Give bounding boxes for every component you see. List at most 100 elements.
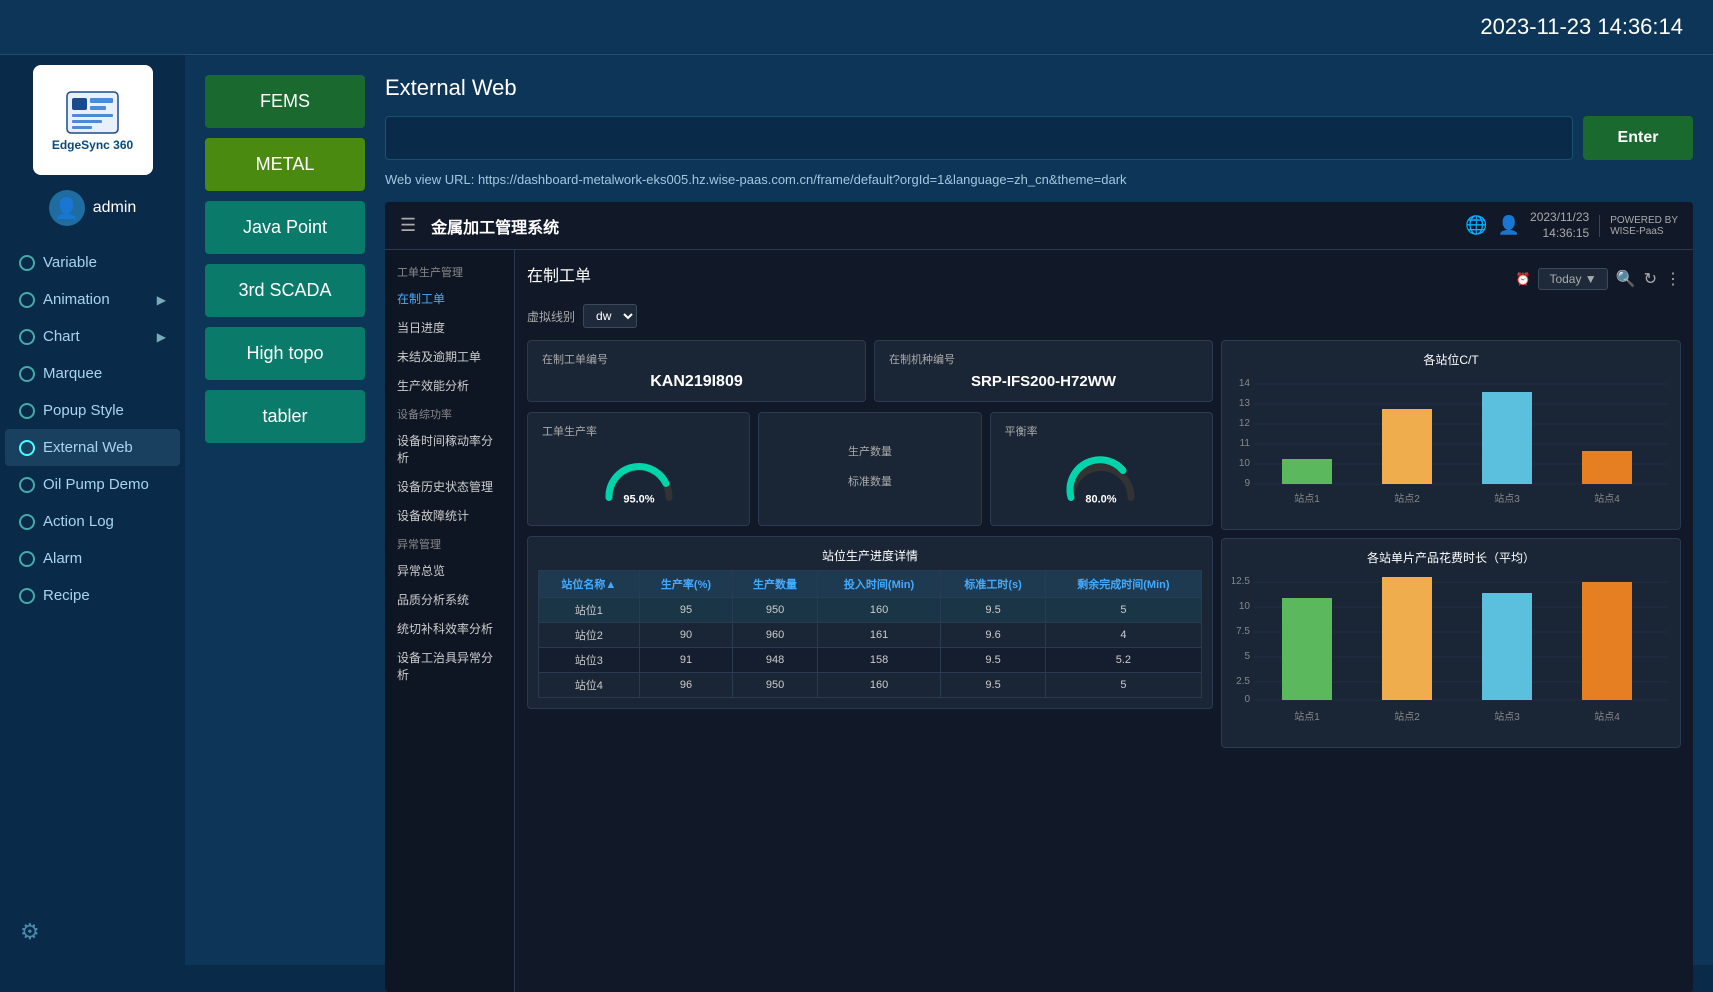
svg-text:站点4: 站点4 [1594,492,1620,505]
kpi-value-1: KAN219I809 [542,373,851,391]
sidebar-item-alarm[interactable]: Alarm [5,540,180,577]
sidebar-item-label-oil-pump-demo: Oil Pump Demo [43,476,166,493]
two-col-layout: 在制工单编号 KAN219I809 在制机种编号 SRP-IFS200-H72W… [527,340,1681,748]
page-title: External Web [385,75,1693,101]
sidebar-buttons: FEMS METAL Java Point 3rd SCADA High top… [205,75,365,443]
dash-main-area: 在制工单 ⏰ Today ▼ 🔍 ↻ ⋮ 虚拟线别 dw [515,250,1693,992]
svg-text:站点3: 站点3 [1494,710,1520,723]
dash-sidebar-item-yichang2[interactable]: 品质分析系统 [385,585,514,614]
search-icon[interactable]: 🔍 [1616,269,1636,289]
filter-label: 虚拟线别 [527,308,575,325]
filter-select[interactable]: dw [583,304,637,328]
topbar: 2023-11-23 14:36:14 [0,0,1713,55]
chart2-title: 各站单片产品花费时长（平均） [1232,549,1670,566]
sidebar-item-variable[interactable]: Variable [5,244,180,281]
settings-icon[interactable]: ⚙ [20,919,40,945]
kpi-card-balance-rate: 平衡率 80.0% [990,412,1213,526]
sidebar-item-oil-pump-demo[interactable]: Oil Pump Demo [5,466,180,503]
nav-dot-alarm [19,551,35,567]
sidebar-item-popup-style[interactable]: Popup Style [5,392,180,429]
svg-text:95.0%: 95.0% [623,494,654,506]
chart1-svg: 14 13 12 11 10 9 [1232,374,1672,514]
nav-dot-oil-pump-demo [19,477,35,493]
dash-sidebar-section-2: 设备综功率 [385,400,514,426]
table-cell: 5 [1045,598,1201,623]
dash-sidebar-section-1: 工单生产管理 [385,258,514,284]
url-input[interactable] [385,116,1573,160]
fems-button[interactable]: FEMS [205,75,365,128]
sidebar-item-action-log[interactable]: Action Log [5,503,180,540]
bar-chart2-2 [1382,577,1432,700]
enter-button[interactable]: Enter [1583,116,1693,160]
sidebar-item-chart[interactable]: Chart▶ [5,318,180,355]
sidebar-item-label-popup-style: Popup Style [43,402,166,419]
dash-user-icon: 👤 [1498,215,1520,236]
nav-dot-chart [19,329,35,345]
3rd-scada-button[interactable]: 3rd SCADA [205,264,365,317]
java-point-button[interactable]: Java Point [205,201,365,254]
sidebar-item-animation[interactable]: Animation▶ [5,281,180,318]
more-icon[interactable]: ⋮ [1665,269,1681,289]
high-topo-button[interactable]: High topo [205,327,365,380]
main-content: FEMS METAL Java Point 3rd SCADA High top… [185,55,1713,965]
dash-sidebar-item-weijie[interactable]: 未结及逾期工单 [385,342,514,371]
kpi-label-1: 在制工单编号 [542,351,851,367]
dash-sidebar-item-yichang1[interactable]: 异常总览 [385,556,514,585]
metal-button[interactable]: METAL [205,138,365,191]
svg-text:11: 11 [1240,438,1251,449]
dash-sidebar-item-shebei3[interactable]: 设备故障统计 [385,501,514,530]
dash-sidebar-item-shengchan[interactable]: 生产效能分析 [385,371,514,400]
tabler-button[interactable]: tabler [205,390,365,443]
table-cell: 9.6 [941,623,1046,648]
chart2-svg: 12.5 10 7.5 5 2.5 0 [1232,572,1672,732]
dash-sidebar-item-yichang3[interactable]: 统切补科效率分析 [385,614,514,643]
table-cell: 站位3 [539,648,640,673]
svg-text:10: 10 [1239,601,1251,612]
col-header-remain: 剩余完成时间(Min) [1045,571,1201,598]
table-cell: 9.5 [941,648,1046,673]
col-header-rate: 生产率(%) [639,571,733,598]
user-area: 👤 admin [49,190,137,226]
kpi-label-3: 工单生产率 [542,423,735,439]
kpi-card-production-rate: 工单生产率 95.0% [527,412,750,526]
table-cell: 90 [639,623,733,648]
kpi-card-machine-num: 在制机种编号 SRP-IFS200-H72WW [874,340,1213,402]
dash-sidebar-item-dangri[interactable]: 当日进度 [385,313,514,342]
sidebar-item-label-alarm: Alarm [43,550,166,567]
kpi-row-middle: 工单生产率 95.0% [527,412,1213,526]
sidebar-item-external-web[interactable]: External Web [5,429,180,466]
dash-sidebar-item-shebei1[interactable]: 设备时间稼动率分析 [385,426,514,472]
col-header-station: 站位名称▲ [539,571,640,598]
bar-chart1-1 [1282,459,1332,484]
table-cell: 160 [817,673,941,698]
bar-chart1-4 [1582,451,1632,484]
sidebar-item-label-chart: Chart [43,328,149,345]
dash-sidebar-item-yichang4[interactable]: 设备工治具异常分析 [385,643,514,689]
svg-text:12: 12 [1239,418,1251,429]
sidebar-item-label-variable: Variable [43,254,166,271]
refresh-icon[interactable]: ↻ [1644,269,1657,289]
today-button[interactable]: Today ▼ [1538,268,1607,290]
nav-dot-action-log [19,514,35,530]
svg-text:2.5: 2.5 [1236,676,1250,687]
dash-sidebar-item-shebei2[interactable]: 设备历史状态管理 [385,472,514,501]
table-row: 站位2909601619.64 [539,623,1202,648]
dash-sidebar-item-zaizhi[interactable]: 在制工单 [385,284,514,313]
svg-text:14: 14 [1239,378,1251,389]
table-cell: 161 [817,623,941,648]
logo-icon [63,88,123,138]
gauge-production: 95.0% [542,445,735,515]
avatar: 👤 [49,190,85,226]
table-cell: 9.5 [941,673,1046,698]
nav-list: Variable Animation▶Chart▶Marquee Popup Sty… [5,244,180,614]
sidebar-item-marquee[interactable]: Marquee [5,355,180,392]
table-row: 站位1959501609.55 [539,598,1202,623]
chart1-card: 各站位C/T 14 13 12 11 10 9 [1221,340,1681,530]
kpi-row-top: 在制工单编号 KAN219I809 在制机种编号 SRP-IFS200-H72W… [527,340,1213,402]
kpi-card-order-num: 在制工单编号 KAN219I809 [527,340,866,402]
sidebar-item-recipe[interactable]: Recipe [5,577,180,614]
logo-text: EdgeSync 360 [52,138,133,152]
left-column: 在制工单编号 KAN219I809 在制机种编号 SRP-IFS200-H72W… [527,340,1213,748]
sidebar: EdgeSync 360 👤 admin VariableAnimation▶C… [0,55,185,965]
menu-icon[interactable]: ☰ [400,215,416,236]
